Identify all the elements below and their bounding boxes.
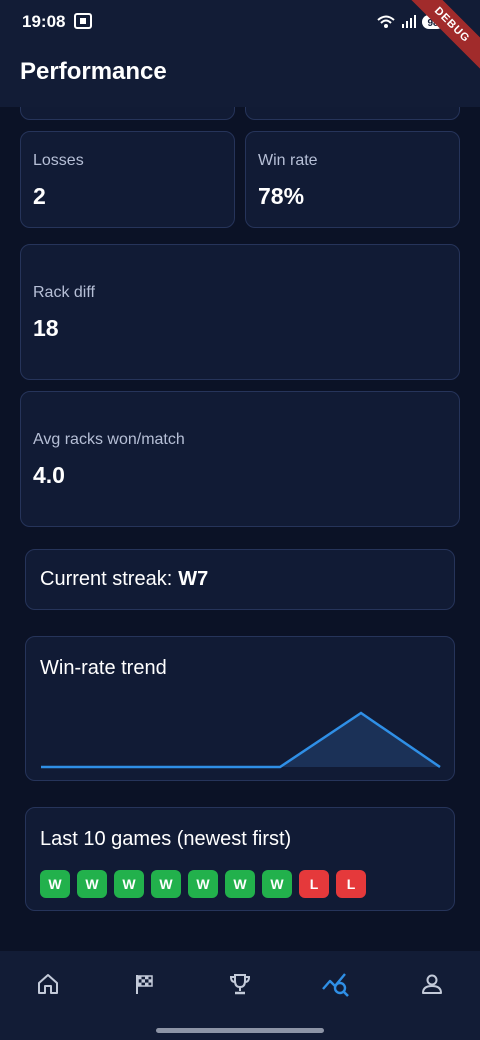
- trophy-icon: [229, 974, 251, 995]
- wifi-icon: [377, 15, 395, 28]
- status-bar: 19:08 98: [0, 0, 480, 44]
- streak-value: W7: [178, 568, 209, 590]
- streak-label: Current streak:: [40, 568, 173, 590]
- bottom-nav: [0, 951, 480, 1040]
- trend-area: [41, 713, 440, 767]
- person-icon: [422, 974, 442, 994]
- rack-diff-card: Rack diff 18: [20, 244, 460, 380]
- game-result-chip: W: [225, 870, 255, 898]
- trend-card: Win-rate trend: [25, 636, 455, 781]
- status-time: 19:08: [22, 12, 66, 31]
- losses-value: 2: [33, 183, 46, 209]
- screenshot-icon: [74, 13, 92, 29]
- nav-matches[interactable]: [129, 969, 159, 999]
- game-results: WWWWWWWLL: [40, 870, 366, 898]
- rack-diff-value: 18: [33, 315, 59, 341]
- last-games-card: Last 10 games (newest first) WWWWWWWLL: [25, 807, 455, 911]
- game-result-chip: W: [188, 870, 218, 898]
- app-bar: 19:08 98 DEBUG Performance: [0, 0, 480, 107]
- win-rate-label: Win rate: [258, 152, 318, 169]
- page-title: Performance: [20, 58, 167, 85]
- win-rate-value: 78%: [258, 183, 305, 209]
- game-result-chip: W: [262, 870, 292, 898]
- game-result-chip: W: [114, 870, 144, 898]
- losses-card: Losses 2: [20, 131, 235, 228]
- win-rate-card: Win rate 78%: [245, 131, 460, 228]
- game-result-chip: L: [299, 870, 329, 898]
- game-result-chip: L: [336, 870, 366, 898]
- trend-title: Win-rate trend: [40, 657, 167, 679]
- streak-card: Current streak: W7: [25, 549, 455, 610]
- game-result-chip: W: [40, 870, 70, 898]
- nav-profile[interactable]: [417, 969, 447, 999]
- home-indicator[interactable]: [156, 1028, 324, 1033]
- last-games-title: Last 10 games (newest first): [40, 828, 292, 850]
- analytics-icon: [322, 973, 349, 997]
- checkered-flag-icon: [136, 975, 153, 994]
- avg-racks-label: Avg racks won/match: [33, 431, 185, 448]
- rack-diff-label: Rack diff: [33, 284, 95, 301]
- losses-label: Losses: [33, 152, 84, 169]
- signal-icon: [402, 15, 416, 28]
- avg-racks-card: Avg racks won/match 4.0: [20, 391, 460, 527]
- avg-racks-value: 4.0: [33, 462, 65, 488]
- home-icon: [38, 974, 58, 994]
- game-result-chip: W: [151, 870, 181, 898]
- trend-chart: [41, 711, 441, 769]
- nav-performance[interactable]: [321, 969, 351, 999]
- nav-home[interactable]: [33, 969, 63, 999]
- game-result-chip: W: [77, 870, 107, 898]
- nav-trophies[interactable]: [225, 969, 255, 999]
